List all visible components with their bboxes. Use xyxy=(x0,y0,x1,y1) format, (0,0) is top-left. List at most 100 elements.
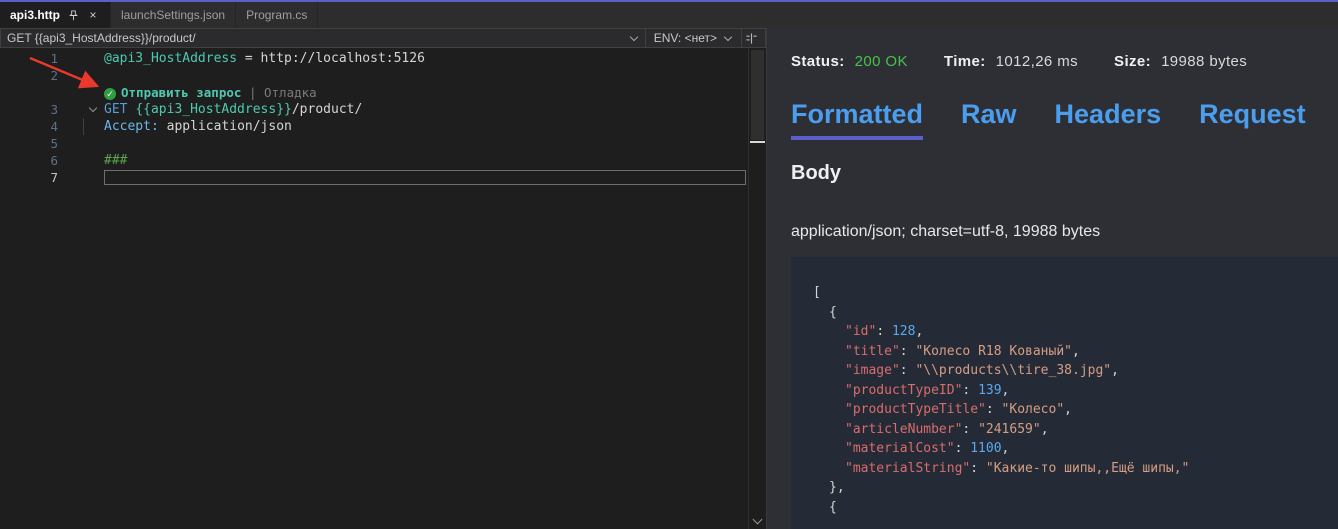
status-value: 200 OK xyxy=(855,52,908,72)
fold-gutter xyxy=(58,169,104,186)
response-tab-request[interactable]: Request xyxy=(1199,98,1306,140)
fold-chevron-icon[interactable] xyxy=(89,104,97,112)
json-token: 139 xyxy=(978,383,1001,398)
line-number: 6 xyxy=(0,152,58,169)
json-token: "title" xyxy=(845,344,900,359)
close-icon[interactable]: × xyxy=(86,8,100,22)
json-token: , xyxy=(1064,402,1072,417)
json-token: [ xyxy=(813,285,821,300)
line-number xyxy=(0,84,58,101)
content-type-line: application/json; charset=utf-8, 19988 b… xyxy=(791,223,1338,241)
code-line-content[interactable] xyxy=(104,135,748,152)
editor-line[interactable]: 7 xyxy=(0,169,748,186)
json-token: 128 xyxy=(892,324,915,339)
fold-gutter xyxy=(58,135,104,152)
fold-guide-line xyxy=(83,118,84,135)
editor-line[interactable]: 4 Accept: application/json xyxy=(0,118,748,135)
json-token: : xyxy=(900,344,916,359)
chevron-down-icon[interactable] xyxy=(629,33,637,41)
tab-label: Program.cs xyxy=(246,8,307,22)
json-token: "productTypeID" xyxy=(845,383,962,398)
json-token: "Колесо R18 Кованый" xyxy=(915,344,1072,359)
tab-api3-http[interactable]: api3.http × xyxy=(0,2,111,28)
json-line: "productTypeID": 139, xyxy=(813,381,1338,401)
editor-line[interactable]: 3GET {{api3_HostAddress}}/product/ xyxy=(0,101,748,118)
send-request-link[interactable]: Отправить запрос xyxy=(121,85,241,100)
json-token: : xyxy=(962,383,978,398)
code-token: application/json xyxy=(159,119,292,134)
codelens-row[interactable]: ✓Отправить запрос | Отладка xyxy=(104,84,748,101)
fold-gutter[interactable] xyxy=(58,101,104,118)
json-token: "materialString" xyxy=(845,461,970,476)
response-tab-formatted[interactable]: Formatted xyxy=(791,98,923,140)
code-line-content[interactable]: @api3_HostAddress = http://localhost:512… xyxy=(104,50,748,67)
json-token: "materialCost" xyxy=(845,441,955,456)
code-line-content[interactable]: Accept: application/json xyxy=(104,118,748,135)
line-number: 5 xyxy=(0,135,58,152)
json-token: , xyxy=(1111,363,1119,378)
editor-line[interactable]: 2 xyxy=(0,67,748,84)
code-line-content[interactable] xyxy=(104,67,748,84)
env-selector[interactable]: ENV: <нет> xyxy=(645,29,741,47)
fold-gutter xyxy=(58,84,104,101)
tab-launchsettings-json[interactable]: launchSettings.json xyxy=(111,2,236,28)
response-tab-raw[interactable]: Raw xyxy=(961,98,1017,140)
json-token: : xyxy=(986,402,1002,417)
json-token: , xyxy=(1002,383,1010,398)
fold-gutter xyxy=(58,67,104,84)
editor-lines: 1 @api3_HostAddress = http://localhost:51… xyxy=(0,50,748,186)
tab-label: launchSettings.json xyxy=(121,8,225,22)
code-editor[interactable]: 1 @api3_HostAddress = http://localhost:51… xyxy=(0,48,748,529)
caret-line-box[interactable] xyxy=(104,170,746,185)
size-value: 19988 bytes xyxy=(1161,52,1247,72)
code-line-content[interactable]: ### xyxy=(104,152,748,169)
json-token: , xyxy=(1002,441,1010,456)
code-token: Accept: xyxy=(104,119,159,134)
chevron-down-icon xyxy=(724,33,732,41)
code-token: GET xyxy=(104,102,135,117)
pin-icon[interactable] xyxy=(66,8,80,22)
json-token: "241659" xyxy=(978,422,1041,437)
code-token: @api3_HostAddress xyxy=(104,51,237,66)
time-label: Time: xyxy=(944,52,986,72)
json-line: "articleNumber": "241659", xyxy=(813,420,1338,440)
json-token: : xyxy=(970,461,986,476)
editor-line[interactable]: 5 xyxy=(0,135,748,152)
editor-line[interactable]: 6 ### xyxy=(0,152,748,169)
json-token: , xyxy=(1072,344,1080,359)
code-line-content[interactable]: GET {{api3_HostAddress}}/product/ xyxy=(104,101,748,118)
line-number: 1 xyxy=(0,50,58,67)
editor-scrollbar[interactable] xyxy=(748,48,766,529)
response-body-json[interactable]: [ { "id": 128, "title": "Колесо R18 Кованый… xyxy=(791,257,1338,529)
scroll-down-icon[interactable] xyxy=(753,515,763,525)
editor-line[interactable]: ✓Отправить запрос | Отладка xyxy=(0,84,748,101)
size-label: Size: xyxy=(1114,52,1151,72)
env-selector-label: ENV: <нет> xyxy=(654,31,717,45)
json-line: }, xyxy=(813,478,1338,498)
debug-link[interactable]: Отладка xyxy=(264,85,317,100)
response-status-row: Status: 200 OK Time: 1012,26 ms Size: 19… xyxy=(791,52,1338,72)
tab-program-cs[interactable]: Program.cs xyxy=(236,2,318,28)
vs-window: api3.http × launchSettings.json Program.… xyxy=(0,0,1338,529)
json-token: "id" xyxy=(845,324,876,339)
code-token: ### xyxy=(104,153,127,168)
json-token: "\\products\\tire_38.jpg" xyxy=(915,363,1111,378)
request-url-text[interactable]: GET {{api3_HostAddress}}/product/ xyxy=(7,31,623,45)
split-pane-icon[interactable] xyxy=(741,29,761,47)
editor-line[interactable]: 1 @api3_HostAddress = http://localhost:51… xyxy=(0,50,748,67)
code-token: http://localhost:5126 xyxy=(261,51,425,66)
scrollbar-marker xyxy=(750,141,765,143)
json-line: { xyxy=(813,498,1338,518)
json-token: , xyxy=(1041,422,1049,437)
scrollbar-thumb[interactable] xyxy=(751,50,764,140)
json-token: { xyxy=(829,500,837,515)
json-token: : xyxy=(900,363,916,378)
tab-strip: api3.http × launchSettings.json Program.… xyxy=(0,2,1338,28)
line-number: 4 xyxy=(0,118,58,135)
response-tab-headers[interactable]: Headers xyxy=(1055,98,1162,140)
json-line: "materialString": "Какие-то шипы,,Ещё ши… xyxy=(813,459,1338,479)
editor-pane: GET {{api3_HostAddress}}/product/ ENV: <… xyxy=(0,28,766,529)
pin-icon-svg xyxy=(68,10,79,21)
json-token: "articleNumber" xyxy=(845,422,962,437)
line-number: 2 xyxy=(0,67,58,84)
